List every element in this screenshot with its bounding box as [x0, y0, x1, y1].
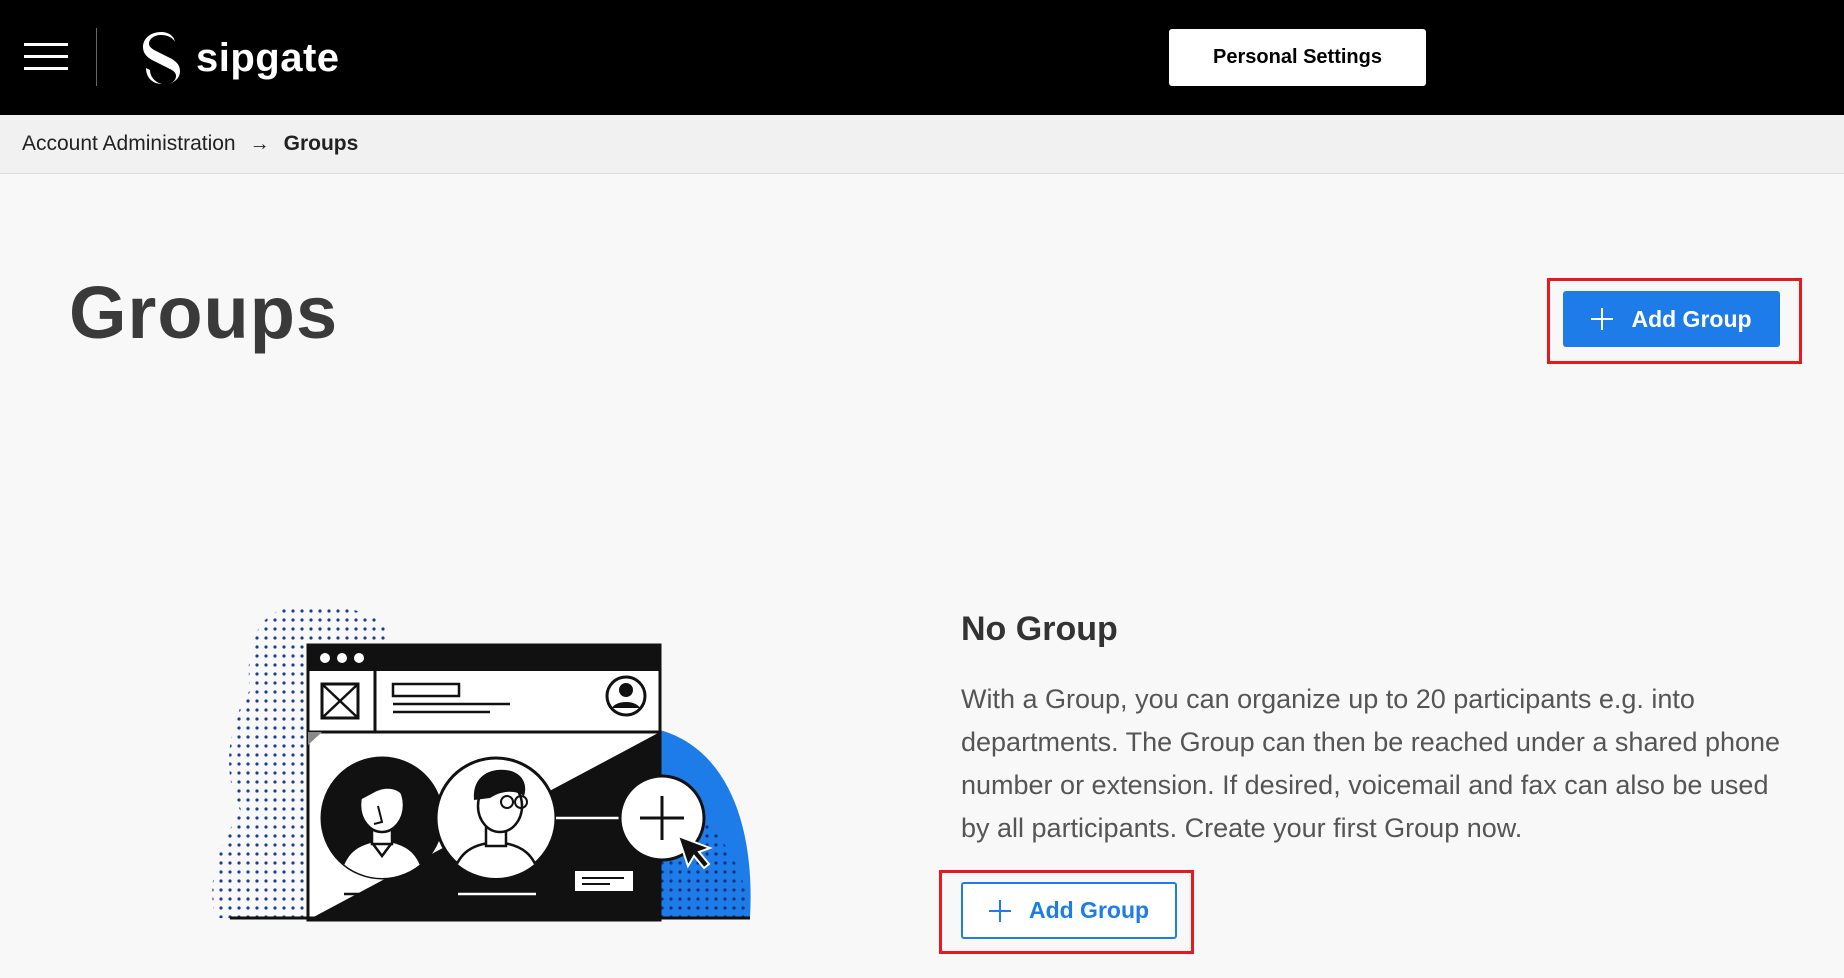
groups-illustration [212, 604, 751, 922]
add-group-label: Add Group [1631, 305, 1752, 332]
add-group-button-empty-state[interactable]: Add Group [961, 882, 1177, 939]
personal-settings-button[interactable]: Personal Settings [1169, 29, 1426, 86]
add-group-label: Add Group [1028, 897, 1150, 923]
plus-icon [988, 899, 1011, 922]
empty-state-description: With a Group, you can organize up to 20 … [961, 684, 1781, 843]
breadcrumb-account-administration[interactable]: Account Administration [22, 132, 236, 156]
page-title: Groups [69, 271, 339, 354]
sipgate-logo[interactable]: sipgate [140, 30, 340, 86]
plus-icon [1591, 308, 1614, 330]
header-divider [96, 28, 97, 86]
sipgate-logo-icon [143, 32, 180, 84]
empty-state-title: No Group [961, 610, 1118, 648]
logo-text: sipgate [196, 36, 340, 80]
arrow-right-icon: → [249, 132, 270, 155]
hamburger-icon[interactable] [24, 43, 68, 71]
top-bar: sipgate Personal Settings [0, 0, 1844, 115]
breadcrumb: Account Administration → Groups [0, 115, 1844, 174]
breadcrumb-groups: Groups [283, 132, 359, 155]
add-group-button-header[interactable]: Add Group [1563, 291, 1780, 347]
